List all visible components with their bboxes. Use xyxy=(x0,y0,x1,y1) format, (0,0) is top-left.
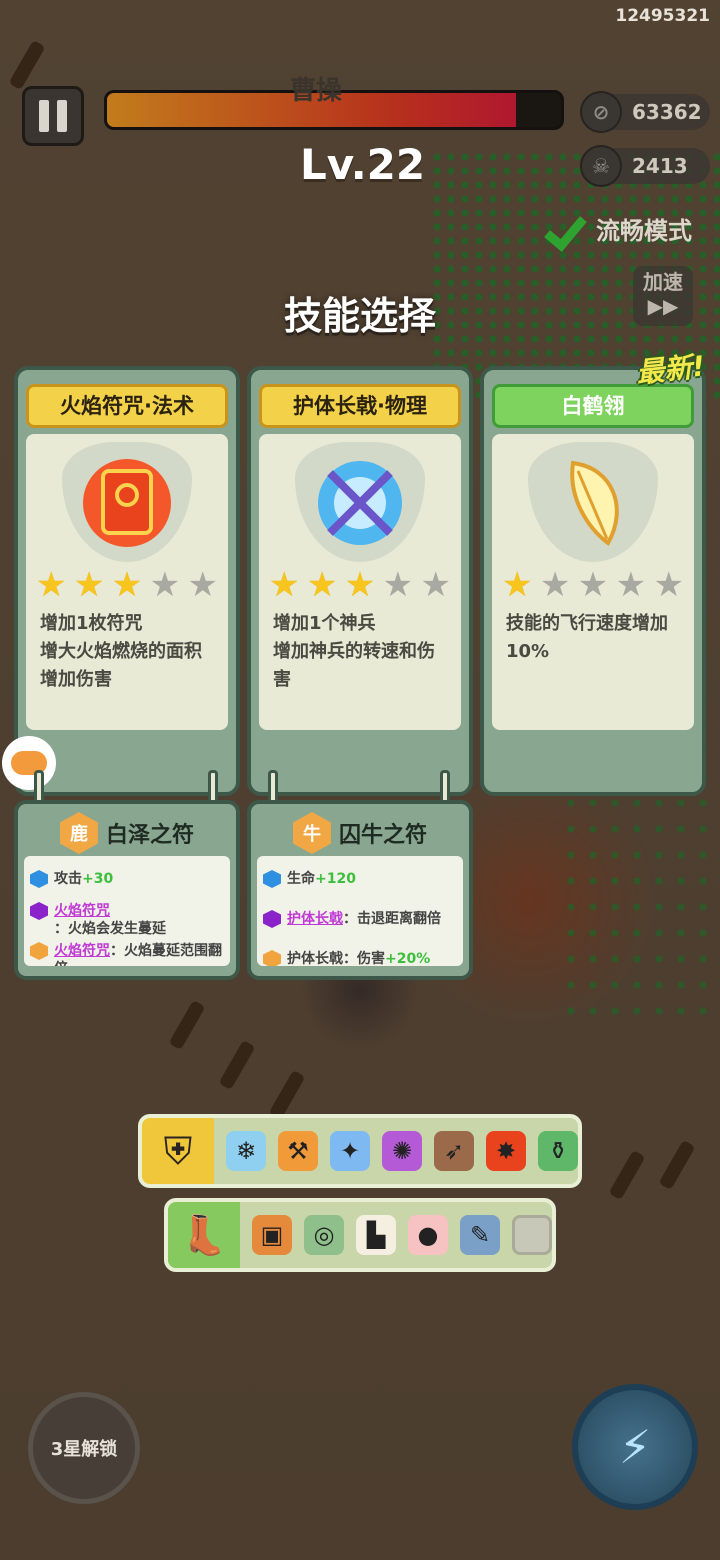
star-empty-icon: ★ xyxy=(420,565,451,605)
player-level: Lv.22 xyxy=(300,140,426,189)
kill-counter: ☠ 2413 xyxy=(580,145,710,187)
star-empty-icon: ★ xyxy=(577,565,609,605)
skill-link[interactable]: 火焰符咒 xyxy=(54,903,110,919)
fire-scroll-icon xyxy=(72,448,182,558)
talisman-card-1[interactable]: 鹿 白泽之符 攻击+30 火焰符咒：火焰会发生蔓延 火焰符咒：火焰蔓延范围翻倍 xyxy=(14,800,240,980)
purple-flame-icon[interactable]: ✺ xyxy=(382,1131,422,1171)
smooth-mode-toggle[interactable]: 流畅模式 xyxy=(548,210,692,246)
lightning-icon: ⚡ xyxy=(618,1420,652,1474)
star-empty-icon: ★ xyxy=(382,565,414,605)
talisman-name: 白泽之符 xyxy=(105,823,194,848)
blue-gem-icon xyxy=(263,870,281,888)
star-filled-icon: ★ xyxy=(36,565,67,605)
star-filled-icon: ★ xyxy=(73,565,105,605)
talisman-card-2[interactable]: 牛 囚牛之符 生命+120 护体长戟：击退距离翻倍 护体长戟：伤害+20% xyxy=(247,800,473,980)
treasure-chest-icon[interactable]: ▣ xyxy=(252,1215,292,1255)
star-rating: ★ ★ ★ ★ ★ xyxy=(269,568,451,602)
orange-gem-icon xyxy=(263,950,281,966)
ultimate-skill-button[interactable]: ⚡ xyxy=(572,1384,698,1510)
coin-icon: ⊘ xyxy=(580,91,622,133)
crossbow-icon[interactable]: ➶ xyxy=(434,1131,474,1171)
ice-dragon-icon[interactable]: ❄ xyxy=(226,1131,266,1171)
skill-card-3[interactable]: 白鹤翎 ★ ★ ★ ★ ★ 技能的飞行速度增加 10% xyxy=(480,366,706,796)
star-empty-icon: ★ xyxy=(149,565,181,605)
star-filled-icon: ★ xyxy=(344,565,376,605)
skill-card-name: 护体长戟·物理 xyxy=(259,384,461,428)
star-rating: ★ ★ ★ ★ ★ xyxy=(36,568,218,602)
orange-gem-icon xyxy=(30,942,48,960)
deer-emblem-icon: 鹿 xyxy=(59,812,98,854)
skill-description: 技能的飞行速度增加 10% xyxy=(506,613,668,662)
green-cauldron-icon[interactable]: ⚱ xyxy=(538,1131,578,1171)
skill-card-name: 火焰符咒·法术 xyxy=(26,384,228,428)
purple-gem-icon xyxy=(30,902,48,920)
skill-description: 增加1个神兵 增加神兵的转速和伤 害 xyxy=(273,613,435,690)
new-badge: 最新! xyxy=(634,349,707,390)
skill-link[interactable]: 火焰符咒 xyxy=(54,943,110,959)
skull-icon: ☠ xyxy=(580,145,622,187)
blue-gem-icon xyxy=(30,870,48,888)
checkmark-icon xyxy=(548,210,588,246)
weapon-skill-bar: ⛨ ❄ ⚒ ✦ ✺ ➶ ✸ ⚱ xyxy=(138,1114,582,1188)
purple-gem-icon xyxy=(263,910,281,928)
star-empty-icon: ★ xyxy=(539,565,571,605)
locked-skill-button[interactable]: 3星解锁 xyxy=(28,1392,140,1504)
jade-pendant-icon[interactable]: ◎ xyxy=(304,1215,344,1255)
skill-card-1[interactable]: 火焰符咒·法术 ★ ★ ★ ★ ★ 增加1枚符咒 增大火焰燃烧的面积 增加伤害 xyxy=(14,366,240,796)
pause-icon xyxy=(39,100,49,132)
winged-boot-icon: 👢 xyxy=(168,1202,240,1268)
white-crane-feather-icon xyxy=(538,448,648,558)
spinning-halberd-icon[interactable]: ✦ xyxy=(330,1131,370,1171)
skill-description: 增加1枚符咒 增大火焰燃烧的面积 增加伤害 xyxy=(40,613,202,690)
skill-link[interactable]: 护体长戟 xyxy=(287,911,343,927)
talisman-name: 囚牛之符 xyxy=(338,823,427,848)
boss-name: 曹操 xyxy=(290,76,343,106)
star-rating: ★ ★ ★ ★ ★ xyxy=(502,568,684,602)
star-empty-icon: ★ xyxy=(615,565,647,605)
fire-hammer-icon[interactable]: ⚒ xyxy=(278,1131,318,1171)
passive-skill-bar: 👢 ▣ ◎ ▙ ● ✎ xyxy=(164,1198,556,1272)
skill-card-2[interactable]: 护体长戟·物理 ★ ★ ★ ★ ★ 增加1个神兵 增加神兵的转速和伤 害 xyxy=(247,366,473,796)
star-filled-icon: ★ xyxy=(111,565,143,605)
pause-button[interactable] xyxy=(22,86,84,146)
skill-card-name: 白鹤翎 xyxy=(492,384,694,428)
empty-slot[interactable] xyxy=(512,1215,552,1255)
player-id: 12495321 xyxy=(615,6,710,26)
ox-emblem-icon: 牛 xyxy=(292,812,331,854)
star-filled-icon: ★ xyxy=(306,565,338,605)
gamepad-button[interactable] xyxy=(2,736,56,790)
skill-select-title: 技能选择 xyxy=(283,294,436,338)
fire-scroll-icon[interactable]: ✸ xyxy=(486,1131,526,1171)
star-filled-icon: ★ xyxy=(269,565,300,605)
star-empty-icon: ★ xyxy=(187,565,218,605)
white-boot-icon[interactable]: ▙ xyxy=(356,1215,396,1255)
star-empty-icon: ★ xyxy=(653,565,684,605)
spinning-halberd-icon xyxy=(305,448,415,558)
shield-sword-icon: ⛨ xyxy=(142,1118,214,1184)
coin-counter: ⊘ 63362 xyxy=(580,91,710,133)
scroll-bundle-icon[interactable]: ✎ xyxy=(460,1215,500,1255)
star-filled-icon: ★ xyxy=(502,565,533,605)
peach-icon[interactable]: ● xyxy=(408,1215,448,1255)
